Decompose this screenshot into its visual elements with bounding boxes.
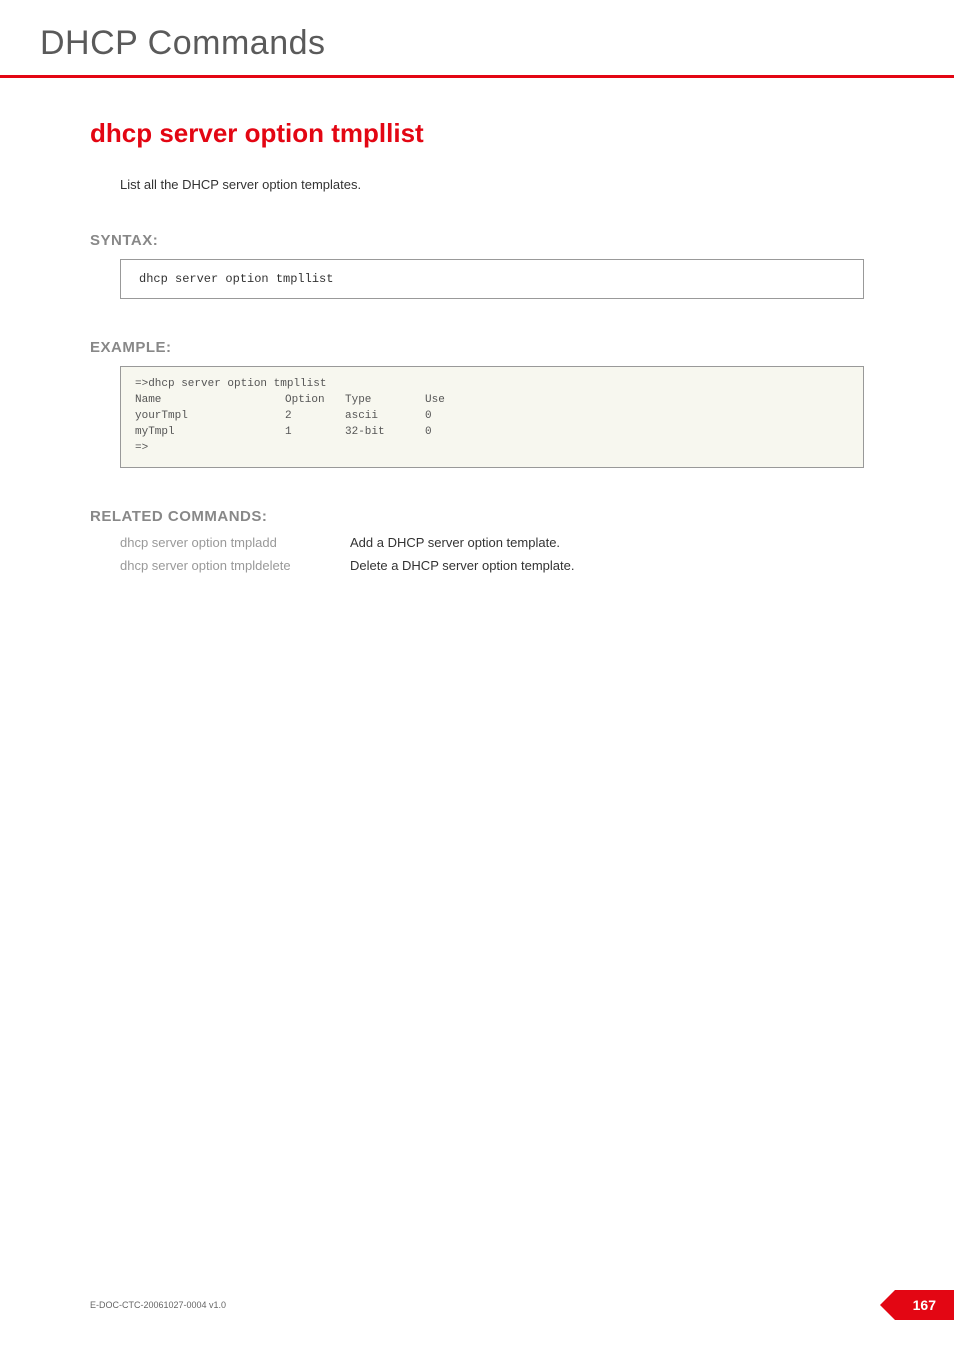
related-command-desc: Add a DHCP server option template. <box>350 535 560 550</box>
example-cell-use: 0 <box>425 409 475 425</box>
example-header-type: Type <box>345 393 425 409</box>
syntax-heading: SYNTAX: <box>90 232 864 249</box>
related-heading: RELATED COMMANDS: <box>90 508 864 525</box>
page-header: DHCP Commands <box>0 0 954 75</box>
example-header-name: Name <box>135 393 285 409</box>
example-command-line: =>dhcp server option tmpllist <box>135 377 849 393</box>
example-cell-option: 2 <box>285 409 345 425</box>
example-header-option: Option <box>285 393 345 409</box>
related-command-link[interactable]: dhcp server option tmpldelete <box>120 558 350 573</box>
example-cell-name: myTmpl <box>135 425 285 441</box>
related-commands-table: dhcp server option tmpladd Add a DHCP se… <box>120 535 864 573</box>
command-title: dhcp server option tmpllist <box>90 118 864 149</box>
example-cell-type: 32-bit <box>345 425 425 441</box>
related-row: dhcp server option tmpldelete Delete a D… <box>120 558 864 573</box>
page-num-triangle <box>880 1290 895 1320</box>
related-command-desc: Delete a DHCP server option template. <box>350 558 574 573</box>
example-prompt: => <box>135 441 849 457</box>
example-header-use: Use <box>425 393 475 409</box>
example-cell-type: ascii <box>345 409 425 425</box>
syntax-box: dhcp server option tmpllist <box>120 259 864 299</box>
example-header-row: Name Option Type Use <box>135 393 849 409</box>
example-cell-use: 0 <box>425 425 475 441</box>
content-area: dhcp server option tmpllist List all the… <box>0 78 954 573</box>
page-number: 167 <box>895 1290 954 1320</box>
example-heading: EXAMPLE: <box>90 339 864 356</box>
example-cell-name: yourTmpl <box>135 409 285 425</box>
command-description: List all the DHCP server option template… <box>120 177 864 192</box>
related-command-link[interactable]: dhcp server option tmpladd <box>120 535 350 550</box>
related-row: dhcp server option tmpladd Add a DHCP se… <box>120 535 864 550</box>
page-footer: E-DOC-CTC-20061027-0004 v1.0 167 <box>0 1290 954 1320</box>
footer-doc-id: E-DOC-CTC-20061027-0004 v1.0 <box>90 1300 226 1310</box>
example-box: =>dhcp server option tmpllist Name Optio… <box>120 366 864 468</box>
example-data-row: yourTmpl 2 ascii 0 <box>135 409 849 425</box>
example-cell-option: 1 <box>285 425 345 441</box>
footer-page-indicator: 167 <box>880 1290 954 1320</box>
page-header-title: DHCP Commands <box>40 24 914 63</box>
example-data-row: myTmpl 1 32-bit 0 <box>135 425 849 441</box>
